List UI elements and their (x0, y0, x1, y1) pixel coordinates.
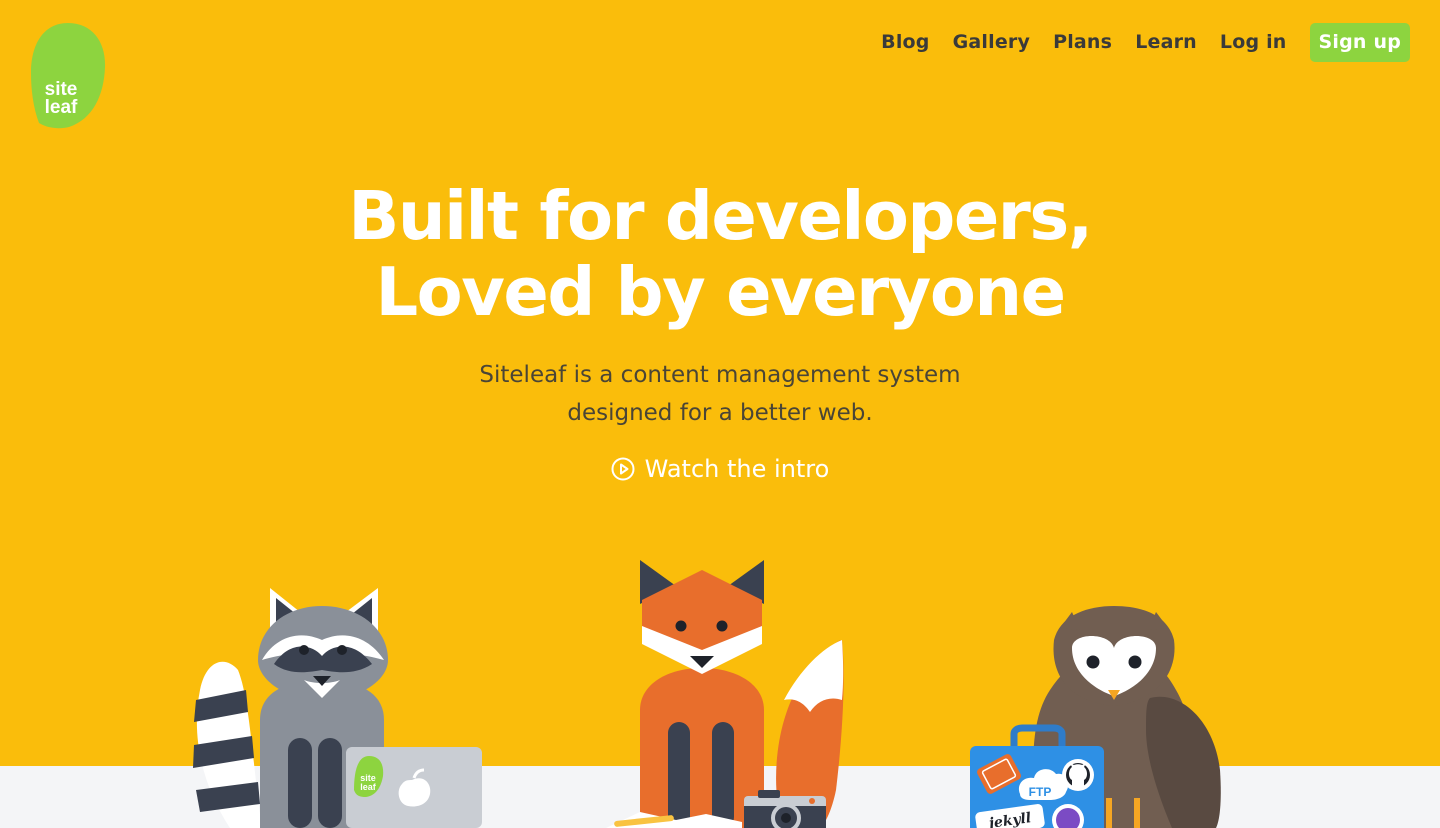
nav-item-plans[interactable]: Plans (1053, 23, 1112, 62)
laptop-sticker-line2: leaf (360, 782, 377, 792)
top-nav: Blog Gallery Plans Learn Log in Sign up (858, 23, 1410, 62)
hero-title: Built for developers, Loved by everyone (0, 178, 1440, 330)
hero-subtitle-line2: designed for a better web. (567, 400, 873, 426)
suitcase-sticker-ftp: FTP (1029, 785, 1052, 799)
watch-intro-label: Watch the intro (644, 455, 830, 483)
logo-text-line2: leaf (45, 97, 78, 118)
hero-title-line1: Built for developers, (348, 177, 1093, 255)
watch-intro-link[interactable]: Watch the intro (611, 455, 830, 483)
hero-subtitle-line1: Siteleaf is a content management system (479, 362, 961, 388)
signup-button[interactable]: Sign up (1309, 23, 1410, 62)
laptop-illustration: site leaf (346, 747, 482, 828)
mascot-illustration: site leaf FTP jekyll (193, 560, 1221, 828)
nav-item-learn[interactable]: Learn (1135, 23, 1197, 62)
fox-illustration (640, 560, 844, 828)
nav-item-login[interactable]: Log in (1220, 23, 1287, 62)
nav-item-blog[interactable]: Blog (881, 23, 929, 62)
siteleaf-logo[interactable]: site leaf (31, 23, 106, 129)
nav-item-gallery[interactable]: Gallery (953, 23, 1030, 62)
play-circle-icon (611, 457, 635, 481)
hero-subtitle: Siteleaf is a content management system … (440, 356, 1000, 432)
hero-section: Built for developers, Loved by everyone … (0, 178, 1440, 485)
hero-title-line2: Loved by everyone (375, 253, 1066, 331)
